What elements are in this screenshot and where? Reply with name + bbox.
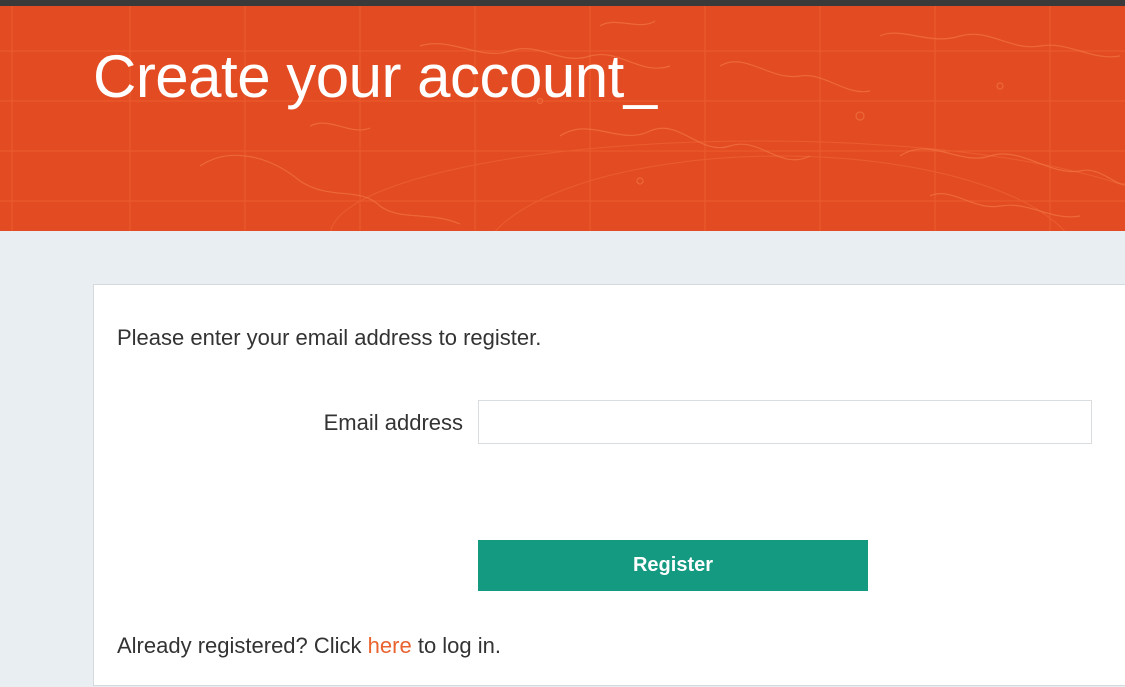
login-prompt: Already registered? Click here to log in… bbox=[117, 633, 501, 659]
registration-card: Please enter your email address to regis… bbox=[93, 284, 1125, 686]
hero-banner: Create your account_ bbox=[0, 6, 1125, 231]
world-map-background bbox=[0, 6, 1125, 231]
login-link[interactable]: here bbox=[368, 633, 412, 658]
login-prompt-suffix: to log in. bbox=[411, 633, 501, 658]
register-button[interactable]: Register bbox=[478, 540, 868, 591]
page-title: Create your account_ bbox=[93, 43, 657, 110]
registration-instructions: Please enter your email address to regis… bbox=[117, 325, 542, 350]
email-label: Email address bbox=[323, 410, 463, 435]
login-prompt-prefix: Already registered? Click bbox=[117, 633, 368, 658]
email-field[interactable] bbox=[478, 400, 1092, 444]
